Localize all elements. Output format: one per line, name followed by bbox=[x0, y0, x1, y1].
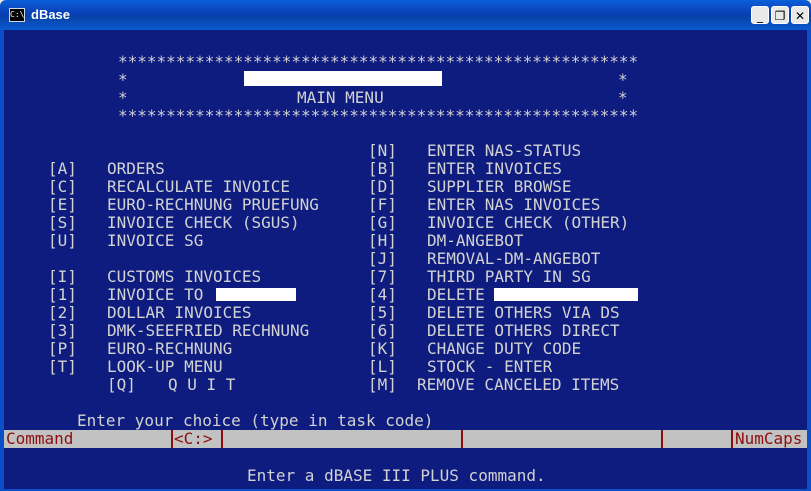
menu-item-orders: ORDERS bbox=[107, 159, 165, 178]
menu-item-euro-rechnung-pruefung: EURO-RECHNUNG PRUEFUNG bbox=[107, 195, 319, 214]
menu-key-n: [N] bbox=[368, 141, 397, 160]
status-separator bbox=[461, 430, 463, 448]
footer-message: Enter a dBASE III PLUS command. bbox=[247, 466, 546, 485]
menu-item-enter-invoices: ENTER INVOICES bbox=[427, 159, 562, 178]
menu-key-2: [2] bbox=[48, 303, 77, 322]
menu-item-enter-nas-status: ENTER NAS-STATUS bbox=[427, 141, 582, 160]
menu-key-1: [1] bbox=[48, 285, 77, 304]
menu-key-6: [6] bbox=[368, 321, 397, 340]
menu-item-invoice-sg: INVOICE SG bbox=[107, 231, 204, 250]
redacted-delete-target bbox=[494, 288, 638, 301]
menu-key-s: [S] bbox=[48, 213, 77, 232]
menu-key-f: [F] bbox=[368, 195, 397, 214]
menu-key-j: [J] bbox=[368, 249, 397, 268]
menu-item-look-up-menu: LOOK-UP MENU bbox=[107, 357, 223, 376]
menu-title: MAIN MENU bbox=[297, 88, 384, 107]
menu-key-e: [E] bbox=[48, 195, 77, 214]
menu-item-quit: Q U I T bbox=[168, 375, 236, 394]
menu-item-change-duty-code: CHANGE DUTY CODE bbox=[427, 339, 582, 358]
menu-key-4: [4] bbox=[368, 285, 397, 304]
title-bar[interactable]: C:\ dBase _ ❐ ✕ bbox=[0, 0, 811, 30]
menu-key-q: [Q] bbox=[107, 375, 136, 394]
menu-key-c: [C] bbox=[48, 177, 77, 196]
console-area[interactable]: ****************************************… bbox=[4, 30, 807, 489]
menu-item-euro-rechnung: EURO-RECHNUNG bbox=[107, 339, 233, 358]
minimize-icon: _ bbox=[757, 9, 763, 23]
menu-item-invoice-check-sgus: INVOICE CHECK (SGUS) bbox=[107, 213, 300, 232]
menu-item-dm-angebot: DM-ANGEBOT bbox=[427, 231, 524, 250]
header-star-left: * bbox=[118, 70, 128, 89]
status-bar: Command <C:> NumCaps bbox=[4, 430, 807, 448]
menu-item-supplier-browse: SUPPLIER BROWSE bbox=[427, 177, 572, 196]
restore-icon: ❐ bbox=[774, 9, 786, 23]
header-star-right-2: * bbox=[618, 88, 628, 107]
menu-item-delete: DELETE bbox=[427, 285, 485, 304]
menu-key-i: [I] bbox=[48, 267, 77, 286]
menu-key-b: [B] bbox=[368, 159, 397, 178]
menu-item-invoice-check-other: INVOICE CHECK (OTHER) bbox=[427, 213, 630, 232]
close-button[interactable]: ✕ bbox=[791, 6, 809, 24]
menu-item-invoice-to: INVOICE TO bbox=[107, 285, 204, 304]
window-title: dBase bbox=[31, 7, 71, 22]
minimize-button[interactable]: _ bbox=[751, 6, 769, 24]
menu-item-remove-canceled-items: REMOVE CANCELED ITEMS bbox=[417, 375, 620, 394]
status-numcaps: NumCaps bbox=[735, 429, 803, 448]
menu-key-k: [K] bbox=[368, 339, 397, 358]
menu-key-l: [L] bbox=[368, 357, 397, 376]
menu-key-7: [7] bbox=[368, 267, 397, 286]
menu-item-dollar-invoices: DOLLAR INVOICES bbox=[107, 303, 252, 322]
menu-item-customs-invoices: CUSTOMS INVOICES bbox=[107, 267, 262, 286]
maximize-button[interactable]: ❐ bbox=[771, 6, 789, 24]
redacted-invoice-recipient bbox=[216, 288, 296, 301]
header-star-left-2: * bbox=[118, 88, 128, 107]
menu-item-delete-others-direct: DELETE OTHERS DIRECT bbox=[427, 321, 620, 340]
menu-key-m: [M] bbox=[368, 375, 397, 394]
status-command: Command bbox=[6, 429, 74, 448]
menu-key-5: [5] bbox=[368, 303, 397, 322]
menu-key-a: [A] bbox=[48, 159, 77, 178]
menu-item-removal-dm-angebot: REMOVAL-DM-ANGEBOT bbox=[427, 249, 601, 268]
status-separator bbox=[731, 430, 733, 448]
menu-item-stock-enter: STOCK - ENTER bbox=[427, 357, 553, 376]
menu-item-enter-nas-invoices: ENTER NAS INVOICES bbox=[427, 195, 601, 214]
menu-key-u: [U] bbox=[48, 231, 77, 250]
menu-key-g: [G] bbox=[368, 213, 397, 232]
console-icon[interactable]: C:\ bbox=[9, 8, 25, 22]
menu-item-third-party-in-sg: THIRD PARTY IN SG bbox=[427, 267, 591, 286]
header-border-top: ****************************************… bbox=[118, 52, 639, 71]
menu-key-d: [D] bbox=[368, 177, 397, 196]
redacted-company-name bbox=[244, 71, 442, 86]
header-border-bottom: ****************************************… bbox=[118, 106, 639, 125]
status-drive: <C:> bbox=[174, 429, 213, 448]
menu-key-3: [3] bbox=[48, 321, 77, 340]
choice-prompt[interactable]: Enter your choice (type in task code) bbox=[77, 412, 433, 430]
close-icon: ✕ bbox=[794, 9, 806, 23]
menu-key-p: [P] bbox=[48, 339, 77, 358]
menu-item-dmk-seefried-rechnung: DMK-SEEFRIED RECHNUNG bbox=[107, 321, 310, 340]
status-separator bbox=[171, 430, 173, 448]
status-separator bbox=[221, 430, 223, 448]
window-border-right bbox=[807, 30, 811, 491]
menu-item-delete-others-via-ds: DELETE OTHERS VIA DS bbox=[427, 303, 620, 322]
header-star-right: * bbox=[618, 70, 628, 89]
status-separator bbox=[661, 430, 663, 448]
menu-key-t: [T] bbox=[48, 357, 77, 376]
menu-key-h: [H] bbox=[368, 231, 397, 250]
menu-item-recalculate-invoice: RECALCULATE INVOICE bbox=[107, 177, 291, 196]
